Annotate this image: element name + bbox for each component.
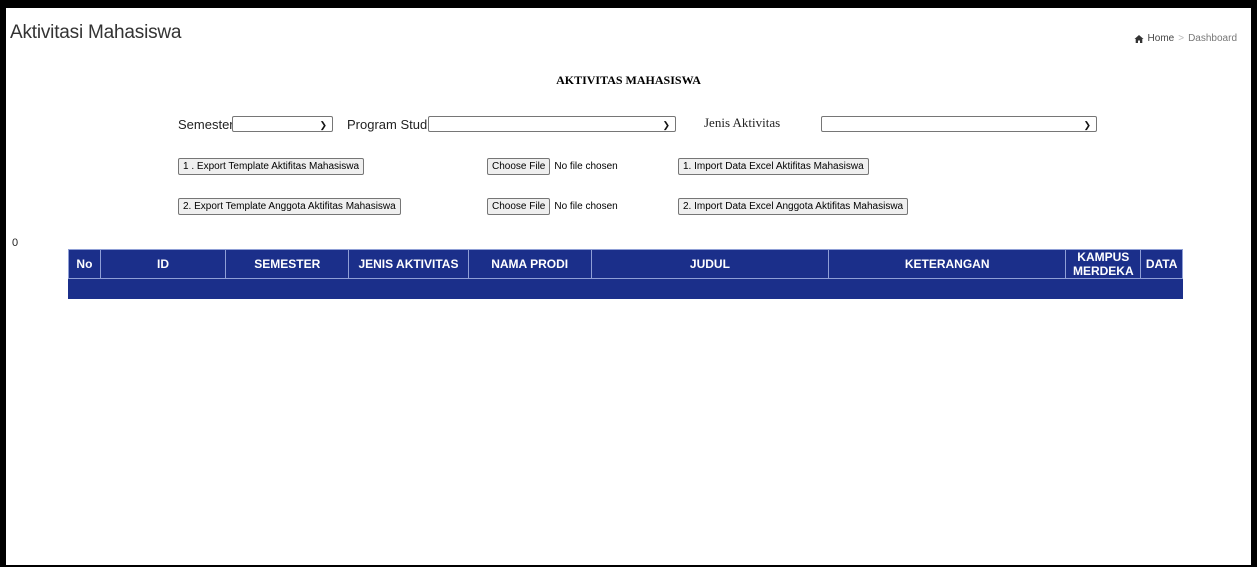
breadcrumb: Home > Dashboard xyxy=(1134,33,1237,44)
jenis-aktivitas-select[interactable]: ❯ xyxy=(821,116,1097,132)
file-input-aktifitas[interactable]: Choose File No file chosen xyxy=(487,158,618,175)
column-header-data[interactable]: DATA xyxy=(1140,249,1183,279)
import-data-anggota-button[interactable]: 2. Import Data Excel Anggota Aktifitas M… xyxy=(678,198,909,215)
page-title: Aktivitasi Mahasiswa xyxy=(10,22,182,43)
semester-label: Semester xyxy=(178,117,234,132)
file-input-anggota[interactable]: Choose File No file chosen xyxy=(487,198,618,215)
column-header-id[interactable]: ID xyxy=(99,249,227,279)
column-header-kampus-merdeka[interactable]: KAMPUS MERDEKA xyxy=(1065,249,1142,279)
column-header-jenis-aktivitas[interactable]: JENIS AKTIVITAS xyxy=(348,249,469,279)
table-header-row: No ID SEMESTER JENIS AKTIVITAS NAMA PROD… xyxy=(68,249,1183,279)
breadcrumb-separator: > xyxy=(1178,33,1185,44)
export-template-anggota-button[interactable]: 2. Export Template Anggota Aktifitas Mah… xyxy=(178,198,401,215)
chevron-down-icon: ❯ xyxy=(662,120,670,130)
program-studi-label: Program Studi xyxy=(347,117,431,132)
column-header-semester[interactable]: SEMESTER xyxy=(225,249,350,279)
jenis-aktivitas-label: Jenis Aktivitas xyxy=(704,115,781,130)
file-status: No file chosen xyxy=(554,161,618,172)
program-studi-select[interactable]: ❯ xyxy=(428,116,676,132)
page-frame: Aktivitasi Mahasiswa Home > Dashboard AK… xyxy=(6,8,1251,565)
home-icon xyxy=(1134,34,1144,43)
column-header-keterangan[interactable]: KETERANGAN xyxy=(828,249,1067,279)
aktivitas-table: No ID SEMESTER JENIS AKTIVITAS NAMA PROD… xyxy=(68,249,1183,299)
table-body xyxy=(69,279,1183,299)
choose-file-button[interactable]: Choose File xyxy=(487,198,551,215)
choose-file-button[interactable]: Choose File xyxy=(487,158,551,175)
breadcrumb-home-link[interactable]: Home xyxy=(1148,33,1175,44)
column-header-no[interactable]: No xyxy=(68,249,101,279)
column-header-judul[interactable]: JUDUL xyxy=(590,249,830,279)
breadcrumb-current: Dashboard xyxy=(1188,33,1237,44)
record-count: 0 xyxy=(12,237,19,249)
column-header-nama-prodi[interactable]: NAMA PRODI xyxy=(467,249,592,279)
export-template-aktifitas-button[interactable]: 1 . Export Template Aktifitas Mahasiswa xyxy=(178,158,365,175)
file-status: No file chosen xyxy=(554,201,618,212)
chevron-down-icon: ❯ xyxy=(319,120,327,130)
form-title: AKTIVITAS MAHASISWA xyxy=(556,73,701,87)
chevron-down-icon: ❯ xyxy=(1083,120,1091,130)
import-data-aktifitas-button[interactable]: 1. Import Data Excel Aktifitas Mahasiswa xyxy=(678,158,869,175)
semester-select[interactable]: ❯ xyxy=(232,116,333,132)
